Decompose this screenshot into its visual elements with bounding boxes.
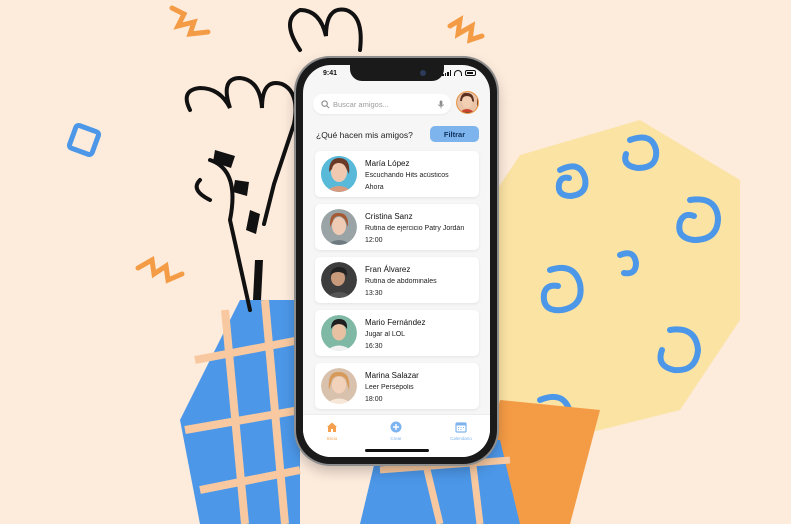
friend-avatar [321, 262, 357, 298]
search-bar[interactable]: Buscar amigos... [313, 94, 451, 114]
friend-time: 16:30 [365, 343, 383, 350]
tab-bar: Inicio Crear Calendario [303, 414, 490, 457]
battery-icon [465, 70, 476, 76]
friend-activity: Jugar al LOL [365, 331, 406, 338]
app-screen: 9:41 Buscar amigos... ¿Qué hacen mis ami… [303, 65, 490, 457]
friend-time: 13:30 [365, 290, 383, 297]
friend-name: María López [365, 159, 410, 168]
status-time: 9:41 [323, 70, 338, 77]
friend-name: Fran Álvarez [365, 265, 411, 274]
friend-card[interactable]: Mario Fernández Jugar al LOL 16:30 [315, 310, 479, 356]
tab-calendario[interactable]: Calendario [436, 421, 486, 441]
home-icon [327, 422, 337, 432]
tab-crear[interactable]: Crear [371, 421, 421, 441]
friend-activity: Leer Persépolis [365, 384, 414, 391]
profile-avatar[interactable] [456, 91, 479, 114]
search-icon [321, 99, 330, 108]
friend-card[interactable]: Cristina Sanz Rutina de ejercicio Patry … [315, 204, 479, 250]
friend-time: 12:00 [365, 237, 383, 244]
tab-label: Crear [390, 436, 402, 441]
section-title: ¿Qué hacen mis amigos? [316, 130, 413, 140]
friend-name: Mario Fernández [365, 318, 426, 327]
calendar-icon [455, 422, 467, 433]
friend-avatar [321, 156, 357, 192]
friend-time: 18:00 [365, 396, 383, 403]
friend-avatar [321, 315, 357, 351]
phone-frame: 9:41 Buscar amigos... ¿Qué hacen mis ami… [296, 58, 497, 464]
friend-time: Ahora [365, 184, 384, 191]
friend-activity: Rutina de ejercicio Patry Jordán [365, 225, 465, 232]
tab-label: Inicio [326, 436, 338, 441]
friend-card[interactable]: María López Escuchando Hits acústicos Ah… [315, 151, 479, 197]
microphone-icon[interactable] [437, 99, 445, 109]
friend-name: Marina Salazar [365, 371, 419, 380]
friend-activity: Escuchando Hits acústicos [365, 172, 449, 179]
friend-card[interactable]: Marina Salazar Leer Persépolis 18:00 [315, 363, 479, 409]
friend-name: Cristina Sanz [365, 212, 413, 221]
tab-label: Calendario [450, 436, 472, 441]
search-input[interactable]: Buscar amigos... [333, 100, 437, 109]
wifi-icon [454, 70, 462, 76]
friend-activity: Rutina de abdominales [365, 278, 437, 285]
phone-notch [349, 65, 444, 81]
plus-circle-icon [390, 421, 402, 433]
tab-inicio[interactable]: Inicio [307, 421, 357, 441]
friends-list: María López Escuchando Hits acústicos Ah… [315, 151, 479, 416]
filter-button[interactable]: Filtrar [430, 126, 479, 142]
friend-avatar [321, 368, 357, 404]
friend-avatar [321, 209, 357, 245]
friend-card[interactable]: Fran Álvarez Rutina de abdominales 13:30 [315, 257, 479, 303]
home-indicator [364, 449, 429, 452]
